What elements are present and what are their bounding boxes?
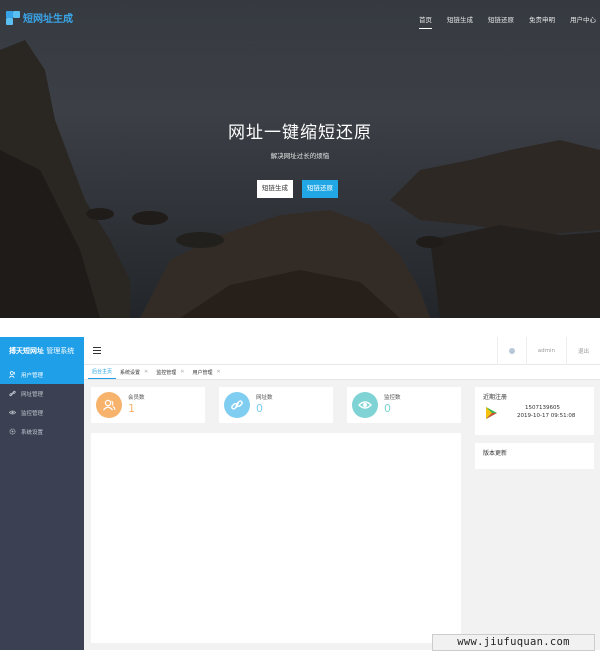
landing-hero: 短网址生成 首页 短链生成 短链还原 免责申明 用户中心 网址一键缩短还原 解决… <box>0 0 600 318</box>
menu-toggle-icon[interactable] <box>93 347 101 355</box>
tab-monitor[interactable]: 监控管理 ✕ <box>152 365 188 379</box>
nav-links: 首页 短链生成 短链还原 免责申明 用户中心 <box>404 14 596 29</box>
stat-label: 网址数 <box>256 395 273 401</box>
settings-icon <box>508 348 515 354</box>
tab-dashboard[interactable]: 后台主页 <box>88 365 117 379</box>
generate-button[interactable]: 短链生成 <box>257 180 293 198</box>
sidebar-item-links[interactable]: 网址管理 <box>0 384 84 403</box>
stat-label: 会员数 <box>128 395 145 401</box>
tab-label: 系统设置 <box>120 369 141 376</box>
user-icon <box>9 371 16 378</box>
close-icon[interactable]: ✕ <box>180 369 184 375</box>
page-tabs: 后台主页 系统设置 ✕ 监控管理 ✕ 用户管理 ✕ <box>84 365 600 380</box>
logout-link[interactable]: 退出 <box>567 337 600 365</box>
topbar-actions: admin 退出 <box>496 337 600 365</box>
stat-value: 0 <box>256 402 263 415</box>
sidebar-item-monitor[interactable]: 监控管理 <box>0 403 84 422</box>
sidebar-item-label: 监控管理 <box>21 410 44 417</box>
close-icon[interactable]: ✕ <box>144 369 148 375</box>
stat-value: 0 <box>384 402 391 415</box>
tab-label: 用户管理 <box>192 369 213 376</box>
members-icon <box>96 392 122 418</box>
close-icon[interactable]: ✕ <box>216 369 220 375</box>
gear-icon <box>9 428 16 435</box>
stat-card-monitors: 监控数 0 <box>347 387 461 423</box>
update-title: 版本更新 <box>483 450 508 457</box>
settings-button[interactable] <box>498 337 526 365</box>
hero-subtitle: 解决网址过长的烦恼 <box>270 152 330 160</box>
eye-icon <box>352 392 378 418</box>
sidebar-item-label: 用户管理 <box>21 372 44 379</box>
nav-generate[interactable]: 短链生成 <box>447 14 473 24</box>
recent-user-phone: 1507139605 <box>525 405 560 411</box>
admin-username[interactable]: admin <box>527 337 566 365</box>
link-icon <box>9 390 16 397</box>
admin-topbar: admin 退出 <box>84 337 600 365</box>
stat-card-members: 会员数 1 <box>91 387 205 423</box>
tab-label: 后台主页 <box>92 369 113 375</box>
sidebar-item-label: 系统设置 <box>21 429 44 436</box>
version-update-card: 版本更新 <box>475 443 594 469</box>
admin-brand: 搏天短网址 管理系统 <box>0 337 84 365</box>
tab-settings[interactable]: 系统设置 ✕ <box>116 365 152 379</box>
link-icon <box>224 392 250 418</box>
logo-icon <box>6 10 20 25</box>
stat-value: 1 <box>128 402 135 415</box>
main-content-panel <box>91 433 461 643</box>
sidebar-item-label: 网址管理 <box>21 391 44 398</box>
nav-disclaimer[interactable]: 免责申明 <box>529 14 555 24</box>
recent-title: 近期注册 <box>483 394 508 401</box>
nav-home[interactable]: 首页 <box>419 14 432 29</box>
watermark: www.jiufuquan.com <box>432 634 595 651</box>
sidebar: 搏天短网址 管理系统 用户管理 网址管理 监控管理 系统设置 <box>0 337 84 650</box>
tab-users[interactable]: 用户管理 ✕ <box>188 365 224 379</box>
eye-icon <box>9 409 16 416</box>
stat-label: 监控数 <box>384 395 401 401</box>
tab-label: 监控管理 <box>156 369 177 376</box>
nav-user-center[interactable]: 用户中心 <box>570 14 596 24</box>
sidebar-item-users[interactable]: 用户管理 <box>0 365 84 384</box>
top-navigation: 短网址生成 首页 短链生成 短链还原 免责申明 用户中心 <box>0 0 600 36</box>
site-logo[interactable]: 短网址生成 <box>6 10 73 25</box>
brand-suffix: 管理系统 <box>46 347 75 355</box>
avatar <box>486 407 497 419</box>
admin-panel: 搏天短网址 管理系统 用户管理 网址管理 监控管理 系统设置 admin 退出 … <box>0 337 600 650</box>
logo-text: 短网址生成 <box>23 14 73 25</box>
nav-restore[interactable]: 短链还原 <box>488 14 514 24</box>
hero-title: 网址一键缩短还原 <box>228 123 372 143</box>
recent-registrations-card: 近期注册 1507139605 2019-10-17 09:51:08 <box>475 387 594 435</box>
sidebar-item-settings[interactable]: 系统设置 <box>0 422 84 441</box>
restore-button[interactable]: 短链还原 <box>302 180 338 198</box>
recent-user-time: 2019-10-17 09:51:08 <box>517 413 576 419</box>
stat-card-links: 网址数 0 <box>219 387 333 423</box>
brand-name: 搏天短网址 <box>9 347 44 355</box>
